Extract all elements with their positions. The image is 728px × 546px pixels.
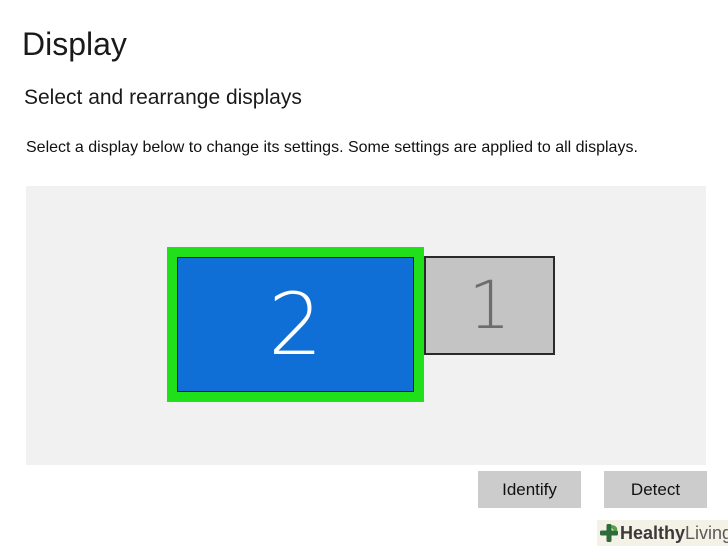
display-settings-page: Display Select and rearrange displays Se… [0,0,728,546]
display-arrangement-area[interactable]: 2 1 [26,186,706,465]
page-title: Display [22,26,127,62]
identify-button[interactable]: Identify [478,471,581,508]
watermark-logo: Healthy Living [597,520,728,546]
display-1-number: 1 [468,266,511,344]
watermark-brand-bold: Healthy [620,523,686,543]
watermark-brand-light: Living [685,523,728,543]
detect-button[interactable]: Detect [604,471,707,508]
section-description: Select a display below to change its set… [26,139,638,156]
plus-leaf-icon [600,524,618,542]
display-1-tile[interactable]: 1 [424,256,555,355]
display-2-tile[interactable]: 2 [167,247,424,402]
display-2-number: 2 [268,274,323,375]
section-heading: Select and rearrange displays [24,86,302,109]
